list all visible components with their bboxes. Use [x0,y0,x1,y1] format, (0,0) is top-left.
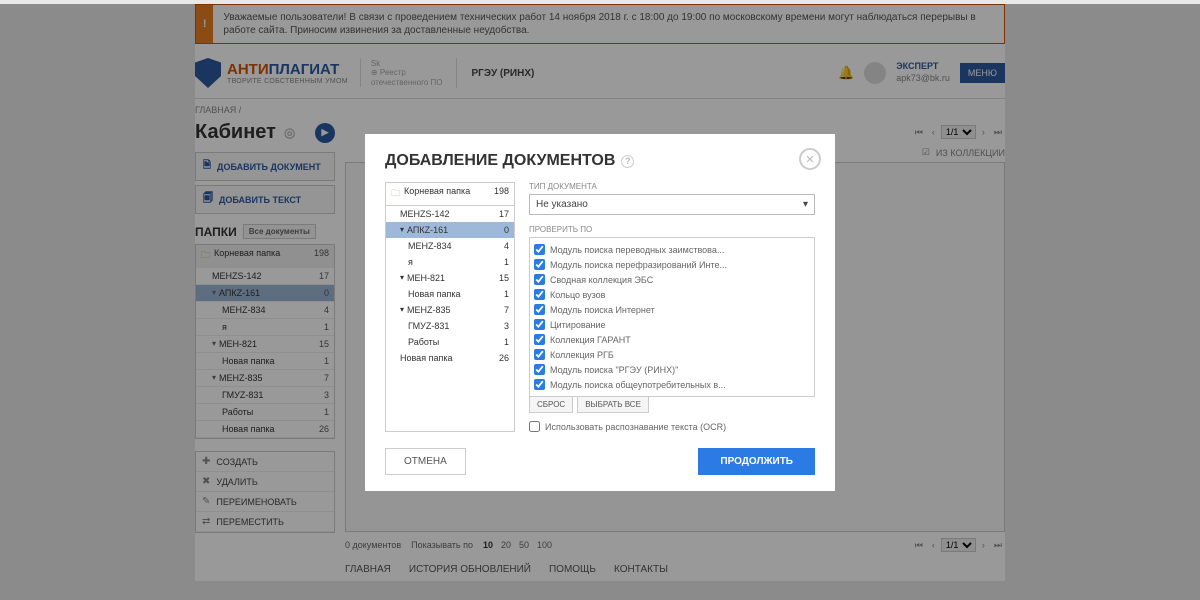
module-checkbox[interactable] [534,304,545,315]
chevron-down-icon: ▾ [803,199,808,210]
module-checkbox[interactable] [534,349,545,360]
modal-folder-row[interactable]: Работы1 [386,334,514,350]
check-module-row: Коллекция ГАРАНТ [534,332,810,347]
doc-type-select[interactable]: Не указано▾ [529,194,815,215]
modal-folder-row[interactable]: МЕНZS-14217 [386,206,514,222]
module-checkbox[interactable] [534,274,545,285]
check-module-row: Цитирование [534,317,810,332]
modal-folder-row[interactable]: я1 [386,254,514,270]
check-module-row: Кольцо вузов [534,287,810,302]
check-module-row: Модуль поиска "РГЭУ (РИНХ)" [534,362,810,377]
check-module-row: Коллекция РГБ [534,347,810,362]
modal-folder-row[interactable]: МЕНZ-8344 [386,238,514,254]
cancel-button[interactable]: ОТМЕНА [385,448,466,475]
module-checkbox[interactable] [534,364,545,375]
add-documents-modal: ✕ ДОБАВЛЕНИЕ ДОКУМЕНТОВ? 🗀Корневая папка… [365,134,835,491]
ocr-checkbox[interactable] [529,421,540,432]
check-module-row: Модуль поиска Интернет [534,302,810,317]
module-checkbox[interactable] [534,379,545,390]
check-by-label: ПРОВЕРИТЬ ПО [529,225,815,234]
modal-folder-row[interactable]: 🗀Корневая папка198 [386,183,514,206]
modal-folder-row[interactable]: ГМУZ-8313 [386,318,514,334]
select-all-button[interactable]: ВЫБРАТЬ ВСЕ [577,397,649,413]
module-checkbox[interactable] [534,319,545,330]
modal-folder-tree: 🗀Корневая папка198МЕНZS-14217▾АПКZ-1610М… [385,182,515,432]
check-modules-list: Модуль поиска переводных заимствова...Мо… [529,237,815,397]
ocr-label: Использовать распознавание текста (OCR) [545,422,726,432]
modal-folder-row[interactable]: Новая папка1 [386,286,514,302]
modal-folder-row[interactable]: ▾МЕНZ-8357 [386,302,514,318]
module-checkbox[interactable] [534,334,545,345]
continue-button[interactable]: ПРОДОЛЖИТЬ [698,448,815,475]
module-checkbox[interactable] [534,289,545,300]
check-module-row: Сводная коллекция ЭБС [534,272,810,287]
modal-folder-row[interactable]: Новая папка26 [386,350,514,366]
modal-title: ДОБАВЛЕНИЕ ДОКУМЕНТОВ [385,152,615,170]
modal-folder-row[interactable]: ▾АПКZ-1610 [386,222,514,238]
close-icon[interactable]: ✕ [799,148,821,170]
reset-button[interactable]: СБРОС [529,397,573,413]
module-checkbox[interactable] [534,244,545,255]
check-module-row: Модуль поиска общеупотребительных в... [534,377,810,392]
doc-type-label: ТИП ДОКУМЕНТА [529,182,815,191]
check-module-row: Модуль поиска перефразирований Инте... [534,257,810,272]
check-module-row: Модуль поиска переводных заимствова... [534,242,810,257]
modal-folder-row[interactable]: ▾МЕН-82115 [386,270,514,286]
help-icon[interactable]: ? [621,155,634,168]
module-checkbox[interactable] [534,259,545,270]
